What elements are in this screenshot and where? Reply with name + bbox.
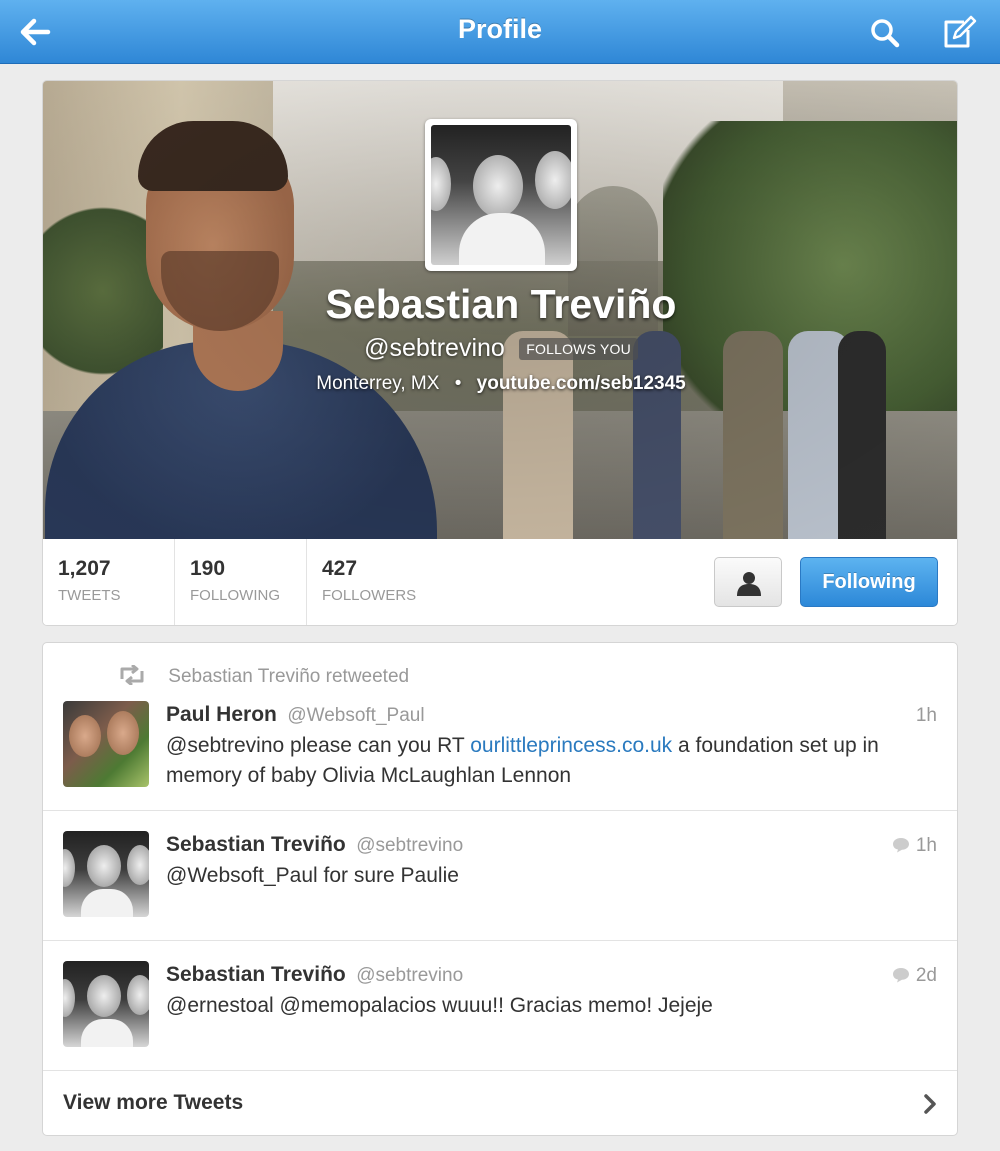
profile-card: Sebastian Treviño @sebtrevino FOLLOWS YO… bbox=[42, 80, 958, 626]
avatar[interactable] bbox=[63, 831, 149, 917]
profile-banner-image: Sebastian Treviño @sebtrevino FOLLOWS YO… bbox=[43, 81, 957, 539]
stat-label: FOLLOWERS bbox=[322, 587, 417, 604]
page-title: Profile bbox=[457, 14, 543, 44]
tweet-author-name[interactable]: Sebastian Treviño bbox=[166, 833, 346, 856]
retweet-label: Sebastian Treviño retweeted bbox=[168, 666, 410, 687]
meta-separator: • bbox=[454, 373, 462, 394]
nav-bar: Profile bbox=[0, 0, 1000, 64]
tweet-author-name[interactable]: Sebastian Treviño bbox=[166, 963, 346, 986]
stat-followers[interactable]: 427 FOLLOWERS bbox=[307, 539, 439, 625]
reply-bubble-icon bbox=[892, 838, 909, 853]
tweet-timestamp: 2d bbox=[892, 965, 937, 987]
view-more-label: View more Tweets bbox=[63, 1091, 244, 1114]
following-button[interactable]: Following bbox=[800, 557, 938, 607]
tweet-author-handle: @sebtrevino bbox=[356, 965, 464, 986]
tweet-header: Paul Heron @Websoft_Paul 1h bbox=[166, 703, 937, 727]
profile-avatar[interactable] bbox=[425, 119, 577, 271]
person-icon bbox=[737, 572, 761, 596]
chevron-right-icon bbox=[924, 1094, 936, 1114]
stat-value: 1,207 bbox=[58, 557, 111, 580]
tweet-header: Sebastian Treviño @sebtrevino 1h bbox=[166, 833, 937, 857]
tweet-header: Sebastian Treviño @sebtrevino 2d bbox=[166, 963, 937, 987]
tweets-list: Sebastian Treviño retweeted Paul Heron @… bbox=[42, 642, 958, 1136]
follows-you-badge: FOLLOWS YOU bbox=[519, 337, 638, 360]
stat-following[interactable]: 190 FOLLOWING bbox=[175, 539, 307, 625]
tweet-text: @sebtrevino please can you RT ourlittlep… bbox=[166, 734, 879, 787]
stat-tweets[interactable]: 1,207 TWEETS bbox=[43, 539, 175, 625]
tweet-text: @ernestoal @memopalacios wuuu!! Gracias … bbox=[166, 994, 713, 1017]
profile-url-link[interactable]: youtube.com/seb12345 bbox=[477, 373, 686, 394]
user-actions-button[interactable] bbox=[714, 557, 782, 607]
avatar[interactable] bbox=[63, 701, 149, 787]
retweet-context: Sebastian Treviño retweeted bbox=[117, 663, 410, 688]
tweet-item[interactable]: Sebastian Treviño @sebtrevino 1h @Websof… bbox=[43, 811, 957, 941]
reply-bubble-icon bbox=[892, 968, 909, 983]
profile-name: Sebastian Treviño bbox=[325, 281, 677, 327]
search-button[interactable] bbox=[864, 12, 906, 52]
tweet-author-handle: @Websoft_Paul bbox=[287, 705, 425, 726]
avatar[interactable] bbox=[63, 961, 149, 1047]
stat-value: 427 bbox=[322, 557, 358, 580]
tweet-timestamp: 1h bbox=[915, 705, 937, 726]
search-icon bbox=[871, 19, 900, 48]
stat-label: TWEETS bbox=[58, 587, 121, 604]
stat-value: 190 bbox=[190, 557, 226, 580]
handle-row: @sebtrevino FOLLOWS YOU bbox=[43, 334, 957, 363]
tweet-item[interactable]: Sebastian Treviño retweeted Paul Heron @… bbox=[43, 643, 957, 811]
compose-icon bbox=[944, 15, 977, 48]
view-more-tweets-button[interactable]: View more Tweets bbox=[43, 1071, 957, 1135]
profile-meta: Monterrey, MX • youtube.com/seb12345 bbox=[43, 373, 957, 395]
tweet-link[interactable]: ourlittleprincess.co.uk bbox=[470, 734, 672, 757]
profile-handle: @sebtrevino bbox=[364, 334, 505, 362]
tweet-text: @Websoft_Paul for sure Paulie bbox=[166, 864, 459, 887]
compose-button[interactable] bbox=[938, 12, 980, 52]
tweet-author-name[interactable]: Paul Heron bbox=[166, 703, 277, 726]
retweet-icon bbox=[120, 663, 144, 687]
tweet-author-handle: @sebtrevino bbox=[356, 835, 464, 856]
tweet-timestamp: 1h bbox=[892, 835, 937, 857]
profile-location: Monterrey, MX bbox=[316, 373, 440, 394]
stat-label: FOLLOWING bbox=[190, 587, 281, 604]
tweet-item[interactable]: Sebastian Treviño @sebtrevino 2d @ernest… bbox=[43, 941, 957, 1071]
